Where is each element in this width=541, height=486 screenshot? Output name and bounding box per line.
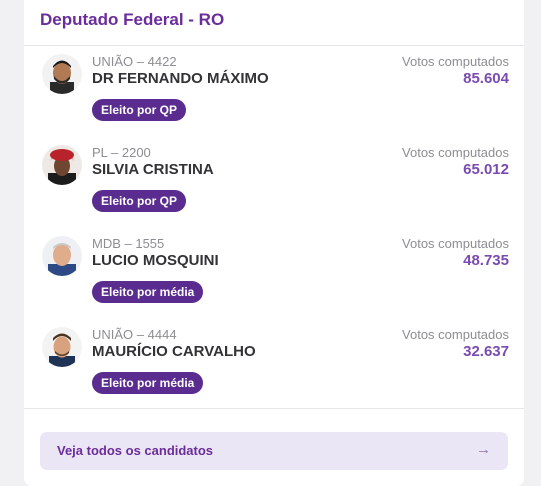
candidate-name: DR FERNANDO MÁXIMO bbox=[92, 70, 269, 87]
election-status-badge: Eleito por média bbox=[92, 281, 204, 303]
divider bbox=[24, 408, 524, 409]
candidate-name: LUCIO MOSQUINI bbox=[92, 252, 219, 269]
divider bbox=[24, 45, 524, 46]
candidate-photo bbox=[42, 145, 82, 185]
card-title: Deputado Federal - RO bbox=[40, 10, 225, 29]
votes-label: Votos computados bbox=[402, 327, 509, 342]
candidate-photo bbox=[42, 327, 82, 367]
candidate-name: MAURÍCIO CARVALHO bbox=[92, 343, 256, 360]
candidate-photo bbox=[42, 54, 82, 94]
candidate-row[interactable]: UNIÃO – 4422 DR FERNANDO MÁXIMO Eleito p… bbox=[24, 54, 524, 144]
candidate-photo bbox=[42, 236, 82, 276]
votes-count: 48.735 bbox=[463, 252, 509, 269]
results-card: Deputado Federal - RO UNIÃO – 4422 DR FE… bbox=[24, 0, 524, 486]
candidate-row[interactable]: PL – 2200 SILVIA CRISTINA Eleito por QP … bbox=[24, 145, 524, 235]
election-status-badge: Eleito por média bbox=[92, 372, 204, 394]
arrow-right-icon: → bbox=[476, 441, 491, 458]
candidate-row[interactable]: MDB – 1555 LUCIO MOSQUINI Eleito por méd… bbox=[24, 236, 524, 326]
candidate-row[interactable]: UNIÃO – 4444 MAURÍCIO CARVALHO Eleito po… bbox=[24, 327, 524, 417]
election-status-badge: Eleito por QP bbox=[92, 190, 187, 212]
see-all-candidates-label: Veja todos os candidatos bbox=[57, 443, 214, 458]
candidate-name: SILVIA CRISTINA bbox=[92, 161, 214, 178]
see-all-candidates-button[interactable]: Veja todos os candidatos → bbox=[40, 432, 508, 470]
candidate-party: PL – 2200 bbox=[92, 145, 151, 160]
votes-label: Votos computados bbox=[402, 236, 509, 251]
votes-label: Votos computados bbox=[402, 54, 509, 69]
candidate-party: MDB – 1555 bbox=[92, 236, 165, 251]
votes-count: 65.012 bbox=[463, 161, 509, 178]
candidate-party: UNIÃO – 4422 bbox=[92, 54, 177, 69]
votes-label: Votos computados bbox=[402, 145, 509, 160]
candidate-party: UNIÃO – 4444 bbox=[92, 327, 177, 342]
election-status-badge: Eleito por QP bbox=[92, 99, 187, 121]
votes-count: 32.637 bbox=[463, 343, 509, 360]
votes-count: 85.604 bbox=[463, 70, 509, 87]
